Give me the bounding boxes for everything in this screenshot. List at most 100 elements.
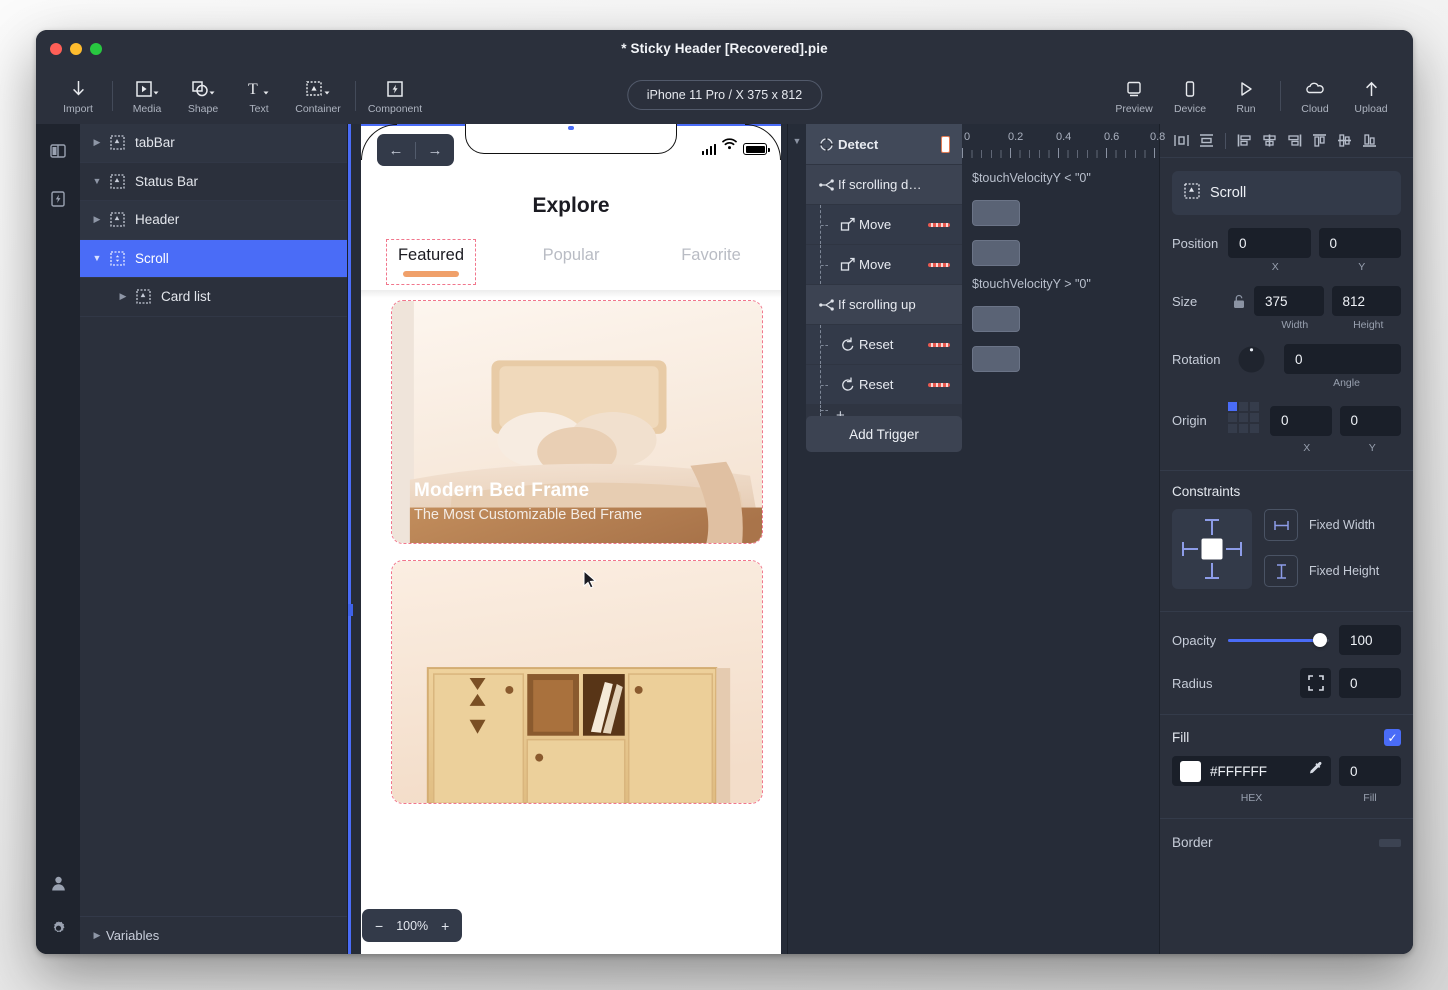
align-bottom-icon[interactable] (1358, 130, 1381, 152)
layer-row-scroll[interactable]: ▼ Scroll (80, 239, 347, 278)
upload-button[interactable]: Upload (1343, 78, 1399, 115)
zoom-in-button[interactable]: + (441, 918, 449, 934)
chevron-right-icon[interactable]: ▶ (88, 930, 106, 941)
import-button[interactable]: Import (50, 78, 106, 115)
trigger-action-row[interactable]: Move (806, 205, 962, 245)
trigger-condition-row[interactable]: If scrolling up (806, 285, 962, 325)
nav-back-button[interactable]: ← (377, 142, 415, 159)
user-icon[interactable] (45, 870, 71, 896)
trigger-action-row[interactable]: Move (806, 245, 962, 285)
border-swatch[interactable] (1379, 838, 1401, 847)
align-middle-icon[interactable] (1333, 130, 1356, 152)
easing-dash-badge[interactable] (928, 342, 950, 347)
device-selector[interactable]: iPhone 11 Pro / X 375 x 812 (626, 80, 823, 110)
cloud-button[interactable]: Cloud (1287, 78, 1343, 115)
align-left-icon[interactable] (1233, 130, 1256, 152)
media-button[interactable]: Media (119, 78, 175, 115)
layer-row-tabbar[interactable]: ▶ tabBar (80, 124, 347, 163)
chevron-right-icon[interactable]: ▶ (88, 137, 106, 148)
fill-checkbox[interactable]: ✓ (1384, 729, 1401, 746)
rotation-angle-input[interactable]: 0 (1284, 344, 1401, 374)
gear-icon[interactable] (45, 914, 71, 940)
position-y-input[interactable]: 0 (1318, 228, 1401, 258)
fill-amount-input[interactable]: 0 (1339, 756, 1401, 786)
phone-preview[interactable]: ← → Explore Featured Popular Favorite Mo… (361, 124, 781, 954)
chevron-down-icon[interactable]: ▼ (88, 176, 106, 186)
align-top-icon[interactable] (1308, 130, 1331, 152)
timeline-bar[interactable] (972, 200, 1020, 226)
origin-x-input[interactable]: 0 (1270, 405, 1332, 436)
fill-hex-value[interactable]: #FFFFFF (1210, 764, 1299, 779)
tab-favorite[interactable]: Favorite (641, 246, 781, 279)
unlock-icon[interactable] (1228, 294, 1250, 309)
selection-handle[interactable] (348, 604, 353, 616)
layer-row-status-bar[interactable]: ▼ Status Bar (80, 163, 347, 201)
trigger-detect-row[interactable]: Detect (806, 124, 962, 165)
distribute-vertical-icon[interactable] (1195, 130, 1218, 152)
align-center-horizontal-icon[interactable] (1258, 130, 1281, 152)
fixed-width-row[interactable]: Fixed Width (1264, 509, 1379, 541)
icon-rail (36, 124, 80, 954)
easing-dash-badge[interactable] (928, 262, 950, 267)
bolt-square-icon[interactable] (45, 186, 71, 212)
constraint-left-bar[interactable] (1182, 548, 1198, 550)
run-button[interactable]: Run (1218, 78, 1274, 115)
shape-button[interactable]: Shape (175, 78, 231, 115)
origin-grid-selector[interactable] (1228, 402, 1264, 439)
chevron-right-icon[interactable]: ▶ (114, 291, 132, 302)
timeline-bar[interactable] (972, 306, 1020, 332)
container-button[interactable]: Container (287, 78, 349, 115)
fixed-height-row[interactable]: Fixed Height (1264, 555, 1379, 587)
chevron-right-icon[interactable]: ▶ (88, 214, 106, 225)
trigger-action-row[interactable]: Reset (806, 365, 962, 405)
timeline-bar[interactable] (972, 240, 1020, 266)
radius-input[interactable]: 0 (1339, 668, 1401, 698)
origin-y-input[interactable]: 0 (1339, 405, 1401, 436)
easing-dash-badge[interactable] (928, 222, 950, 227)
preview-button[interactable]: Preview (1106, 78, 1162, 115)
layer-row-card-list[interactable]: ▶ Card list (80, 278, 347, 317)
trigger-action-row[interactable]: Reset (806, 325, 962, 365)
rotation-dial[interactable] (1228, 345, 1274, 374)
align-right-icon[interactable] (1283, 130, 1306, 152)
fill-hex-field[interactable]: #FFFFFF (1172, 756, 1331, 786)
tab-popular[interactable]: Popular (501, 246, 641, 279)
size-width-input[interactable]: 375 (1254, 286, 1324, 316)
triggers-collapse-toggle[interactable]: ▼ (788, 124, 806, 954)
chevron-down-icon[interactable]: ▼ (88, 253, 106, 263)
device-button[interactable]: Device (1162, 78, 1218, 115)
zoom-out-button[interactable]: − (375, 918, 383, 934)
tab-featured[interactable]: Featured (361, 239, 501, 285)
component-button[interactable]: Component (362, 78, 428, 115)
constraints-pad[interactable] (1172, 509, 1252, 589)
border-section-header[interactable]: Border (1160, 835, 1413, 850)
easing-dash-badge[interactable] (928, 382, 950, 387)
opacity-knob[interactable] (1312, 633, 1327, 647)
selected-layer-name[interactable]: Scroll (1172, 171, 1401, 215)
timeline-bar[interactable] (972, 346, 1020, 372)
card-item[interactable] (391, 560, 763, 804)
canvas-area[interactable]: ← → Explore Featured Popular Favorite Mo… (348, 124, 787, 954)
eyedropper-icon[interactable] (1308, 761, 1323, 781)
add-trigger-button[interactable]: Add Trigger (806, 416, 962, 452)
opacity-slider[interactable] (1228, 625, 1329, 655)
variables-section[interactable]: ▶ Variables (80, 916, 347, 954)
card-item[interactable]: Modern Bed Frame The Most Customizable B… (391, 300, 763, 544)
trigger-condition-row[interactable]: If scrolling d… (806, 165, 962, 205)
canvas-nav-buttons[interactable]: ← → (377, 134, 454, 166)
distribute-horizontal-icon[interactable] (1170, 130, 1193, 152)
panel-layout-icon[interactable] (45, 138, 71, 164)
constraint-top-bar[interactable] (1211, 519, 1213, 535)
zoom-control[interactable]: − 100% + (362, 909, 463, 942)
detect-target-icon (815, 137, 838, 152)
opacity-input[interactable]: 100 (1339, 625, 1401, 655)
text-button[interactable]: T Text (231, 78, 287, 115)
corner-radius-icon[interactable] (1300, 668, 1331, 698)
position-x-input[interactable]: 0 (1228, 228, 1311, 258)
fixed-height-icon[interactable] (1264, 555, 1298, 587)
layer-row-header[interactable]: ▶ Header (80, 201, 347, 240)
fixed-width-icon[interactable] (1264, 509, 1298, 541)
fill-color-swatch[interactable] (1180, 760, 1201, 782)
size-height-input[interactable]: 812 (1331, 286, 1401, 316)
nav-forward-button[interactable]: → (416, 142, 454, 159)
